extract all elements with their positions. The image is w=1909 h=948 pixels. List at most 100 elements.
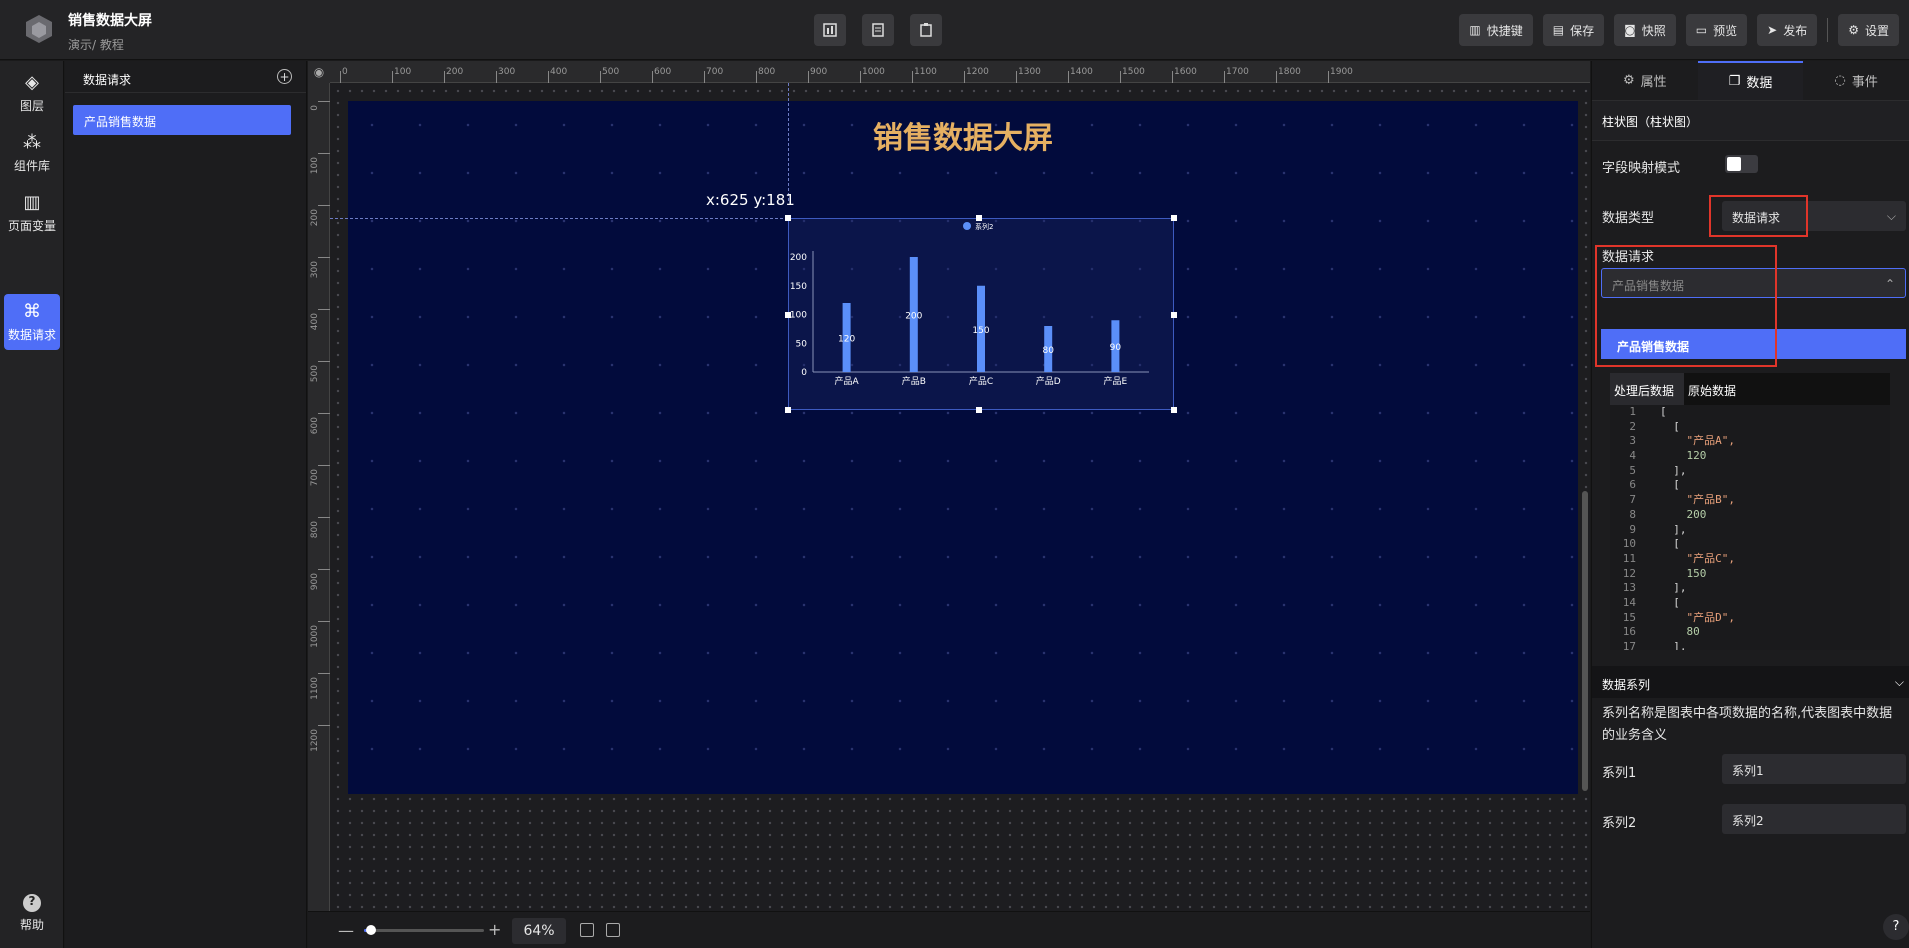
code-line: 17 ], [1610,640,1890,650]
snapshot-button[interactable]: ◙ 快照 [1614,14,1676,46]
screen-title[interactable]: 销售数据大屏 [348,113,1578,157]
top-bar: 销售数据大屏 演示/ 教程 ▥ 快捷键 ▤ 保存 ◙ 快照 ▭ 预览 ➤ 发布 ⚙ 设置 [0,0,1909,60]
ruler-tick-label: 500 [310,365,320,383]
bar-chart-component[interactable]: 0 50 100 150 200 120 产品A 200 产品B 150 产品C 80 产品D 90 产品E… [785,215,1177,413]
zoom-slider[interactable] [364,925,484,935]
line-number: 14 [1622,595,1636,609]
zoom-in-button[interactable]: + [488,920,501,939]
ruler-tick-label: 1300 [1018,67,1041,77]
code-text: "产品A", [1660,434,1735,448]
resize-handle[interactable] [1171,215,1177,221]
rail-item-requests[interactable]: ⌘ 数据请求 [4,294,60,350]
tab-data[interactable]: ❐ 数据 [1697,61,1804,100]
breadcrumb[interactable]: 演示/ 教程 [68,36,124,53]
preview-button[interactable]: ▭ 预览 [1685,14,1748,46]
tab-processed-data[interactable]: 处理后数据 [1610,373,1684,405]
resize-handle[interactable] [785,312,791,318]
ruler-tick [318,309,330,310]
save-button[interactable]: ▤ 保存 [1542,14,1605,46]
resize-handle[interactable] [785,215,791,221]
keyboard-icon: ▥ [1469,23,1481,37]
plus-icon: + [279,69,290,84]
code-text: ], [1660,581,1687,595]
publish-label: 发布 [1783,23,1808,38]
chevron-up-icon: ⌃ [1884,277,1895,291]
rail-item-layers[interactable]: ◈ 图层 [4,65,60,121]
resize-handle[interactable] [785,407,791,413]
ruler-tick [318,465,330,466]
app-logo-icon [22,12,56,46]
toolbar-divider [1827,18,1829,42]
ruler-tick-label: 300 [498,67,516,77]
ruler-tick-label: 200 [310,209,320,227]
rail-item-variables[interactable]: ▥ 页面变量 [4,185,60,241]
ruler-tick [444,71,445,83]
eye-toggle[interactable]: ◉ [308,61,330,83]
code-viewer[interactable]: 1[2 [3 "产品A", 4 120 5 ], 6 [7 "产品B", 8 200 9 … [1610,405,1890,650]
ruler-tick [964,71,965,83]
chart-tool-button[interactable] [814,14,846,46]
field-map-toggle[interactable] [1725,155,1758,173]
ruler-tick [318,413,330,414]
data-request-panel: 数据请求 + 产品销售数据 [65,61,307,948]
ruler-tick-label: 700 [706,67,724,77]
fit-screen-icon[interactable] [580,923,594,937]
line-number: 3 [1629,434,1636,448]
data-label: 120 [838,335,855,345]
tab-events[interactable]: ◌ 事件 [1803,61,1909,100]
zoom-bar: — + 64% [308,911,1590,948]
line-number: 6 [1629,478,1636,492]
variables-icon: ▥ [23,192,41,213]
request-list-item[interactable]: 产品销售数据 [73,105,291,135]
add-request-button[interactable]: + [277,69,292,84]
clipboard-tool-button[interactable] [910,14,942,46]
ruler-tick-label: 700 [310,469,320,487]
document-tool-button[interactable] [862,14,894,46]
series1-label: 系列1 [1602,766,1637,781]
data-type-label: 数据类型 [1602,211,1655,226]
series2-input[interactable]: 系列2 [1722,804,1906,834]
canvas-scrollbar[interactable] [1582,491,1588,791]
editor-canvas[interactable]: ◉ 0 100 200 300 400 500 600 700 800 900 1000 1100 12… [308,61,1590,911]
resize-handle[interactable] [1171,312,1177,318]
chevron-down-icon: ⌵ [1894,675,1904,689]
series1-input[interactable]: 系列1 [1722,754,1906,784]
help-icon: ? [23,893,41,912]
series-section-header[interactable]: 数据系列 ⌵ [1592,666,1909,698]
code-line: 8 200 [1610,508,1890,523]
shortcut-button[interactable]: ▥ 快捷键 [1459,14,1533,46]
zoom-slider-knob[interactable] [365,925,376,935]
line-number: 5 [1629,463,1636,477]
fit-width-icon[interactable] [606,923,620,937]
code-line: 1[ [1610,405,1890,420]
tab-raw-data[interactable]: 原始数据 [1684,373,1754,405]
layers-icon: ◈ [25,72,39,93]
rail-item-help[interactable]: ? 帮助 [4,885,60,941]
send-icon: ➤ [1767,23,1778,37]
bar-chart-icon [823,23,837,37]
toggle-knob [1727,157,1741,171]
publish-button[interactable]: ➤ 发布 [1757,14,1818,46]
ruler-tick-label: 100 [394,67,412,77]
resize-handle[interactable] [1171,407,1177,413]
help-button[interactable]: ? [1883,914,1909,940]
y-tick-label: 50 [796,339,808,349]
data-label: 150 [972,326,989,336]
zoom-level[interactable]: 64% [512,918,566,944]
field-map-label: 字段映射模式 [1602,161,1681,176]
rail-label: 数据请求 [7,328,56,342]
code-line: 13 ], [1610,581,1890,596]
rail-item-components[interactable]: ⁂ 组件库 [4,125,60,181]
settings-button[interactable]: ⚙ 设置 [1838,14,1899,46]
resize-handle[interactable] [976,215,982,221]
x-tick-label: 产品A [835,375,860,387]
legend-label: 系列2 [975,222,993,231]
panel-title: 数据请求 [83,73,132,87]
screen-artboard[interactable]: 销售数据大屏 x:625 y:181 0 50 100 150 200 120 产品A 200… [330,83,1578,794]
zoom-out-button[interactable]: — [338,921,354,940]
y-tick-label: 150 [790,282,807,292]
resize-handle[interactable] [976,407,982,413]
tab-properties[interactable]: ⚙ 属性 [1592,61,1698,100]
tab-label: 事件 [1851,75,1878,90]
ruler-tick [1120,71,1121,83]
